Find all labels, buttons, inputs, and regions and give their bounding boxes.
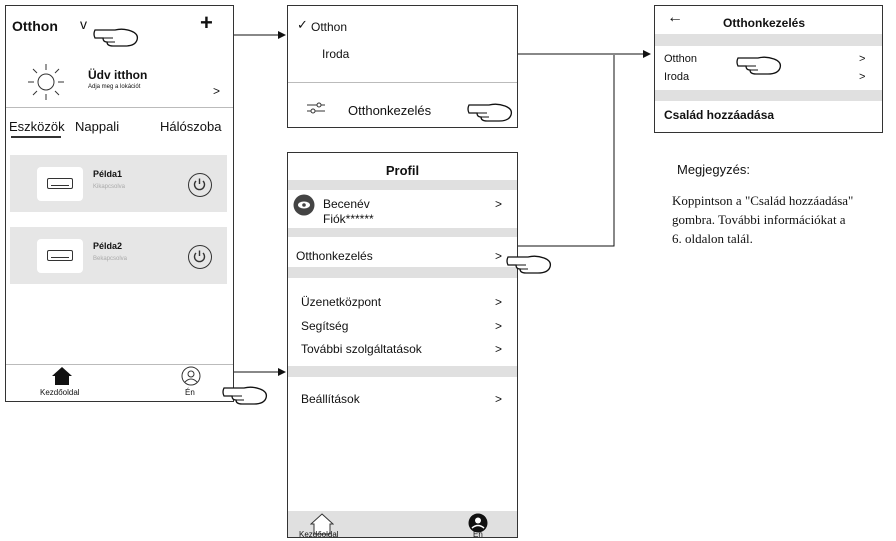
menu-item-settings[interactable]: Beállítások [301, 392, 360, 406]
nickname-label[interactable]: Becenév [323, 197, 370, 211]
home-title[interactable]: Otthon [12, 18, 58, 34]
divider [6, 107, 233, 108]
section-band [288, 267, 517, 278]
pointing-hand-icon [736, 56, 782, 75]
note-heading: Megjegyzés: [677, 162, 750, 177]
note-body: Koppintson a "Család hozzáadása" gombra.… [672, 191, 853, 248]
welcome-title: Üdv itthon [88, 68, 148, 82]
chevron-right-icon[interactable]: > [495, 342, 502, 356]
chevron-right-icon[interactable]: > [859, 53, 865, 65]
page-title: Profil [385, 163, 420, 178]
power-icon[interactable] [188, 173, 212, 197]
add-button[interactable]: + [200, 10, 213, 36]
section-band [288, 180, 517, 190]
tab-devices[interactable]: Eszközök [9, 119, 65, 134]
menu-item-help[interactable]: Segítség [301, 319, 348, 333]
pointing-hand-icon [467, 103, 513, 122]
pointing-hand-icon [222, 386, 268, 405]
add-family-button[interactable]: Család hozzáadása [664, 108, 774, 122]
divider [288, 82, 517, 83]
home-screen: Otthon v + Üdv itthon Adja meg a lokáció… [5, 5, 234, 402]
ac-unit-icon [37, 167, 83, 201]
sun-icon [28, 64, 64, 100]
chevron-right-icon[interactable]: > [495, 319, 502, 333]
nav-me-label[interactable]: Én [185, 388, 195, 397]
chevron-right-icon[interactable]: > [495, 249, 502, 263]
avatar[interactable] [293, 194, 315, 216]
menu-item-home-management[interactable]: Otthonkezelés [348, 103, 431, 118]
back-arrow-icon[interactable]: ← [667, 9, 683, 27]
nav-divider [6, 364, 233, 365]
tab-bedroom[interactable]: Hálószoba [160, 119, 221, 134]
device-status: Kikapcsolva [93, 184, 126, 190]
chevron-down-icon[interactable]: v [80, 16, 87, 32]
nav-home-label[interactable]: Kezdőoldal [299, 530, 339, 537]
pointing-hand-icon [93, 28, 139, 47]
nav-home-label[interactable]: Kezdőoldal [40, 388, 80, 397]
settings-slider-icon [307, 102, 325, 114]
tab-underline [11, 136, 61, 138]
welcome-arrow[interactable]: > [213, 84, 220, 98]
page-title: Otthonkezelés [723, 16, 806, 30]
menu-item-home-management[interactable]: Otthonkezelés [296, 249, 373, 263]
menu-item-home[interactable]: Otthon [311, 20, 347, 34]
chevron-right-icon[interactable]: > [495, 197, 502, 211]
home-icon[interactable] [51, 366, 73, 386]
note-line: Koppintson a "Család hozzáadása" [672, 193, 854, 208]
menu-item-office[interactable]: Iroda [322, 47, 349, 61]
section-band [655, 34, 882, 46]
chevron-right-icon[interactable]: > [495, 295, 502, 309]
chevron-right-icon[interactable]: > [495, 392, 502, 406]
device-name: Példa1 [93, 169, 123, 179]
device-status: Bekapcsolva [93, 256, 128, 262]
device-name: Példa2 [93, 241, 123, 251]
pointing-hand-icon [506, 255, 552, 274]
note-line: gombra. További információkat a [672, 212, 846, 227]
menu-item-more-services[interactable]: További szolgáltatások [301, 342, 422, 356]
section-band [655, 90, 882, 101]
nav-me-label[interactable]: Én [473, 530, 483, 537]
menu-item-message-center[interactable]: Üzenetközpont [301, 295, 381, 309]
section-band [288, 366, 517, 377]
ac-unit-icon [37, 239, 83, 273]
profile-screen: Profil Becenév Fiók****** > Otthonkezelé… [287, 152, 518, 538]
note-line: 6. oldalon talál. [672, 231, 753, 246]
location-prompt[interactable]: Adja meg a lokációt [88, 84, 140, 90]
person-icon[interactable] [181, 366, 201, 386]
account-label: Fiók****** [323, 212, 374, 226]
home-list-item-home[interactable]: Otthon [664, 53, 697, 65]
tab-living-room[interactable]: Nappali [75, 119, 119, 134]
home-list-item-office[interactable]: Iroda [664, 71, 689, 83]
section-band [288, 228, 517, 237]
chevron-right-icon[interactable]: > [859, 71, 865, 83]
power-icon[interactable] [188, 245, 212, 269]
device-card-2[interactable]: Példa2 Bekapcsolva [10, 227, 227, 284]
checkmark-icon: ✓ [297, 17, 308, 32]
device-card-1[interactable]: Példa1 Kikapcsolva [10, 155, 227, 212]
